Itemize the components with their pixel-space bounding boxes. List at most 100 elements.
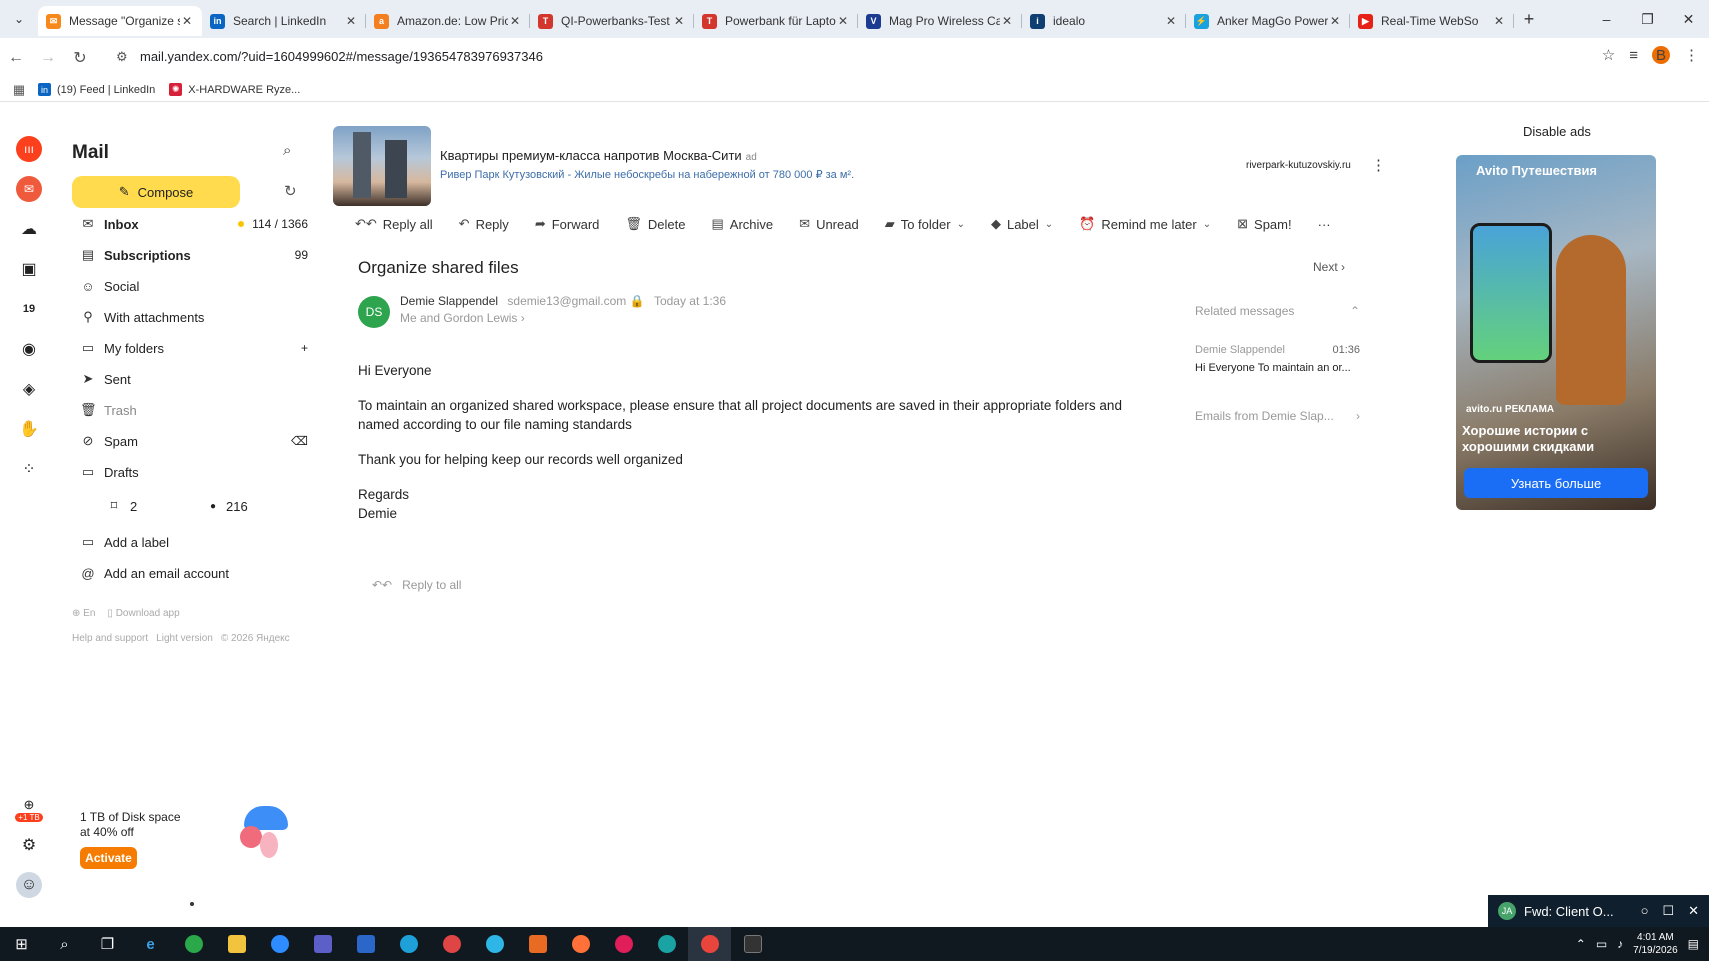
folder-sent[interactable]: ➤ Sent xyxy=(80,369,308,389)
notes-icon[interactable]: ◈ xyxy=(16,376,42,402)
folder-with-attachments[interactable]: ⚲ With attachments xyxy=(80,307,308,327)
folder-subscriptions[interactable]: ▤ Subscriptions 99 xyxy=(80,245,308,265)
terminal-icon[interactable] xyxy=(731,927,774,961)
bookmark-item[interactable]: in (19) Feed | LinkedIn xyxy=(38,83,155,96)
volume-icon[interactable]: ♪ xyxy=(1617,937,1623,951)
reply-button[interactable]: ↶ Reply xyxy=(459,216,509,232)
all-services-icon[interactable]: ⁘ xyxy=(16,456,42,482)
browser-tab[interactable]: a Amazon.de: Low Pric ✕ xyxy=(366,6,530,36)
reload-icon[interactable]: ↻ xyxy=(64,48,96,68)
folder-count[interactable]: ⌫ xyxy=(291,434,308,448)
label-button[interactable]: ◆ Label ⌄ xyxy=(991,216,1053,232)
tab-close-icon[interactable]: ✕ xyxy=(1492,14,1506,28)
new-tab-button[interactable]: + xyxy=(1514,9,1544,30)
messenger-icon[interactable]: ✋ xyxy=(16,416,42,442)
chat-close-icon[interactable]: ✕ xyxy=(1688,903,1699,919)
app-icon[interactable] xyxy=(645,927,688,961)
tab-close-icon[interactable]: ✕ xyxy=(344,14,358,28)
disk-upgrade-icon[interactable]: ⊕ +1 TB xyxy=(15,792,43,826)
folder-inbox[interactable]: ✉ Inbox 114 / 1366 xyxy=(80,214,308,234)
browser-tab[interactable]: ▶ Real-Time WebSo ✕ xyxy=(1350,6,1514,36)
network-icon[interactable]: ▭ xyxy=(1596,937,1607,951)
activate-button[interactable]: Activate xyxy=(80,847,137,869)
store-icon[interactable] xyxy=(516,927,559,961)
help-link[interactable]: Help and support xyxy=(72,633,148,644)
sender-email[interactable]: sdemie13@gmail.com xyxy=(507,294,626,308)
next-message-link[interactable]: Next › xyxy=(1313,260,1345,274)
folder-drafts[interactable]: ▭ Drafts xyxy=(80,462,308,482)
windows-start-icon[interactable]: ⊞ xyxy=(0,927,43,961)
emails-from-link[interactable]: Emails from Demie Slap... › xyxy=(1195,409,1360,423)
download-app-link[interactable]: ▯ Download app xyxy=(107,608,179,619)
browser-tab[interactable]: T Powerbank für Laptop ✕ xyxy=(694,6,858,36)
browser-tab[interactable]: T QI-Powerbanks-Test 2 ✕ xyxy=(530,6,694,36)
edge-icon[interactable] xyxy=(387,927,430,961)
user-avatar-icon[interactable]: ☺ xyxy=(16,872,42,898)
forward-button[interactable]: ➦ Forward xyxy=(535,216,600,232)
task-view-icon[interactable]: ❐ xyxy=(86,927,129,961)
tab-close-icon[interactable]: ✕ xyxy=(180,14,194,28)
tab-close-icon[interactable]: ✕ xyxy=(836,14,850,28)
tab-close-icon[interactable]: ✕ xyxy=(1000,14,1014,28)
site-settings-icon[interactable]: ⚙ xyxy=(116,49,128,65)
related-message-item[interactable]: Demie Slappendel 01:36 Hi Everyone To mai… xyxy=(1195,344,1360,374)
chrome-icon[interactable] xyxy=(688,927,731,961)
paint-icon[interactable] xyxy=(430,927,473,961)
refresh-icon[interactable]: ↻ xyxy=(284,182,297,200)
tab-close-icon[interactable]: ✕ xyxy=(1164,14,1178,28)
ad-title[interactable]: Квартиры премиум-класса напротив Москва-… xyxy=(440,148,757,163)
settings-gear-icon[interactable]: ⚙ xyxy=(16,832,42,858)
disable-ads-link[interactable]: Disable ads xyxy=(1523,124,1591,139)
teams-icon[interactable] xyxy=(301,927,344,961)
folder-count[interactable]: + xyxy=(301,341,308,355)
side-advertisement[interactable]: Avito Путешествия avito.ru РЕКЛАМА Хорош… xyxy=(1456,155,1656,510)
tab-close-icon[interactable]: ✕ xyxy=(1328,14,1342,28)
minimize-icon[interactable]: – xyxy=(1586,0,1627,38)
slack-icon[interactable] xyxy=(602,927,645,961)
more-button[interactable]: ··· xyxy=(1318,217,1331,232)
cortana-icon[interactable] xyxy=(473,927,516,961)
unread-count[interactable]: 216 xyxy=(226,499,248,514)
light-version-link[interactable]: Light version xyxy=(156,633,213,644)
disk-icon[interactable]: ☁ xyxy=(16,216,42,242)
folder-my-folders[interactable]: ▭ My folders + xyxy=(80,338,308,358)
add-label-link[interactable]: ▭ Add a label xyxy=(80,532,308,552)
language-link[interactable]: ⊕ En xyxy=(72,608,95,619)
bookmark-item[interactable]: ✺ X-HARDWARE Ryze... xyxy=(169,83,300,96)
archive-button[interactable]: ▤ Archive xyxy=(712,216,774,232)
ad-domain[interactable]: riverpark-kutuzovskiy.ru xyxy=(1246,160,1351,171)
to-folder-button[interactable]: ▰ To folder ⌄ xyxy=(885,216,965,232)
ad-subtitle[interactable]: Ривер Парк Кутузовский - Жилые небоскреб… xyxy=(440,168,854,181)
taskbar-search-icon[interactable]: ⌕ xyxy=(43,927,86,961)
close-window-icon[interactable]: ✕ xyxy=(1668,0,1709,38)
delete-button[interactable]: 🗑 Delete xyxy=(625,216,685,232)
firefox-icon[interactable] xyxy=(559,927,602,961)
search-icon[interactable]: ⌕ xyxy=(283,142,291,159)
compose-button[interactable]: ✎ Compose xyxy=(72,176,240,208)
unread-button[interactable]: ✉ Unread xyxy=(799,216,859,232)
ad-menu-icon[interactable]: ⋮ xyxy=(1371,156,1386,174)
chat-popup[interactable]: JA Fwd: Client O... ○ ☐ ✕ xyxy=(1488,895,1709,927)
bookmark-count[interactable]: 2 xyxy=(130,499,210,514)
folder-social[interactable]: ☺ Social xyxy=(80,276,308,296)
tab-search-icon[interactable]: ⌄ xyxy=(0,12,38,26)
back-icon[interactable]: ← xyxy=(0,49,32,67)
sender-avatar[interactable]: DS xyxy=(358,296,390,328)
recipients-link[interactable]: Me and Gordon Lewis › xyxy=(400,311,525,325)
zoom-icon[interactable] xyxy=(258,927,301,961)
top-advertisement[interactable]: Квартиры премиум-класса напротив Москва-… xyxy=(333,126,1386,206)
browser-tab[interactable]: ✉ Message "Organize s ✕ xyxy=(38,6,202,36)
file-explorer-icon[interactable] xyxy=(215,927,258,961)
spam-button[interactable]: ⊠ Spam! xyxy=(1237,216,1291,232)
bookmark-star-icon[interactable]: ☆ xyxy=(1602,46,1615,64)
chat-maximize-icon[interactable]: ☐ xyxy=(1662,903,1674,919)
learn-more-button[interactable]: Узнать больше xyxy=(1464,468,1648,498)
tab-close-icon[interactable]: ✕ xyxy=(508,14,522,28)
mail-icon[interactable]: ✉ xyxy=(16,176,42,202)
yandex-360-icon[interactable]: ııı xyxy=(16,136,42,162)
chat-app-icon[interactable] xyxy=(172,927,215,961)
browser-menu-icon[interactable]: ⋮ xyxy=(1684,46,1699,64)
related-header[interactable]: Related messages ⌃ xyxy=(1195,304,1360,318)
remind-me-later-button[interactable]: ⏰ Remind me later ⌄ xyxy=(1079,216,1211,232)
carousel-dot[interactable] xyxy=(190,902,194,906)
